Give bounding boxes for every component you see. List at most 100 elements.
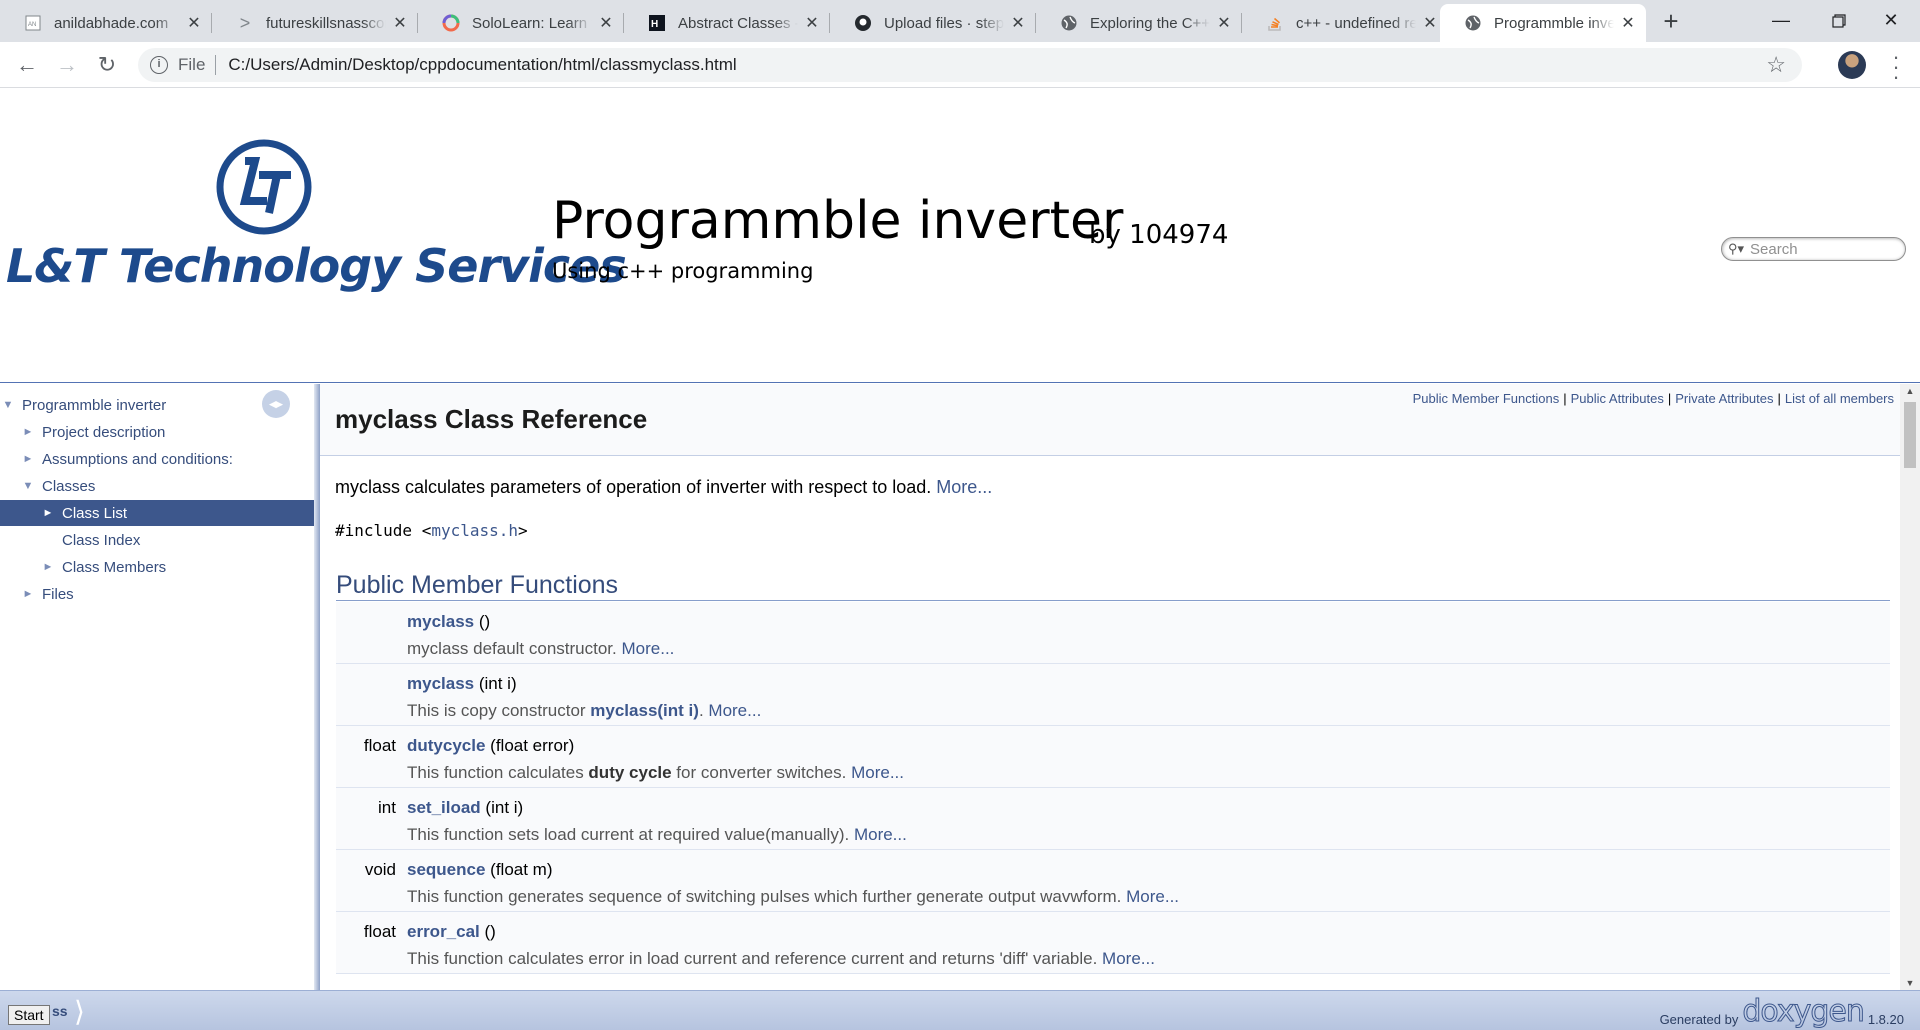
more-link[interactable]: More... (854, 825, 907, 844)
member-link[interactable]: dutycycle (407, 736, 485, 755)
more-link[interactable]: More... (1102, 949, 1155, 968)
nav-item-project-description[interactable]: ► Project description (0, 419, 314, 445)
more-link[interactable]: More... (851, 763, 904, 782)
member-link[interactable]: set_iload (407, 798, 481, 817)
page-icon: AN (24, 14, 42, 32)
member-link[interactable]: error_cal (407, 922, 480, 941)
start-button[interactable]: Start (8, 1005, 50, 1025)
menu-kebab-icon[interactable]: · · · (1886, 46, 1906, 88)
nav-item-files[interactable]: ► Files (0, 581, 314, 607)
member-signature: dutycycle (float error) (407, 736, 575, 755)
more-link[interactable]: More... (936, 477, 992, 497)
nav-item-label: Assumptions and conditions: (42, 450, 233, 468)
member-signature: set_iload (int i) (407, 798, 524, 817)
close-icon[interactable]: ✕ (1010, 13, 1026, 33)
scroll-up-arrow-icon[interactable]: ▲ (1900, 386, 1920, 396)
member-type: int (378, 798, 396, 817)
profile-avatar[interactable] (1838, 51, 1866, 79)
member-link[interactable]: myclass (407, 674, 474, 693)
tab-0[interactable]: AN anildabhade.com ✕ (0, 4, 212, 42)
bookmark-star-icon[interactable]: ☆ (1766, 52, 1786, 78)
search-input[interactable]: ⚲▾ Search (1721, 237, 1906, 261)
tab-4[interactable]: Upload files · stepi ✕ (830, 4, 1036, 42)
link-public-attributes[interactable]: Public Attributes (1571, 391, 1664, 406)
expand-arrow-icon[interactable]: ▼ (0, 399, 16, 411)
info-icon[interactable]: i (150, 56, 168, 74)
close-icon[interactable]: ✕ (1216, 13, 1232, 33)
expand-arrow-icon[interactable]: ► (20, 426, 36, 438)
forward-icon[interactable]: → (50, 48, 84, 82)
tab-7-active[interactable]: Programmble inve ✕ (1440, 4, 1646, 42)
reload-icon[interactable]: ↻ (90, 48, 124, 82)
tab-2[interactable]: SoloLearn: Learn to ✕ (418, 4, 624, 42)
restore-icon[interactable] (1810, 0, 1868, 42)
expand-arrow-icon[interactable]: ► (20, 588, 36, 600)
tab-3[interactable]: H Abstract Classes - ✕ (624, 4, 830, 42)
collapse-arrow-icon[interactable]: ▼ (20, 480, 36, 492)
scroll-down-arrow-icon[interactable]: ▼ (1900, 978, 1920, 988)
content-scrollbar[interactable]: ▲ ▼ (1900, 384, 1920, 990)
sync-toggle-icon[interactable]: ◂▸ (262, 390, 290, 418)
more-link[interactable]: More... (1126, 887, 1179, 906)
member-signature: sequence (float m) (407, 860, 553, 879)
tab-1[interactable]: > futureskillsnasscom ✕ (212, 4, 418, 42)
member-description: This function sets load current at requi… (407, 825, 907, 844)
svg-text:H: H (651, 19, 658, 30)
lt-logo-icon (215, 139, 313, 235)
window-close-icon[interactable]: ✕ (1862, 0, 1920, 42)
close-icon[interactable]: ✕ (186, 13, 202, 33)
close-icon[interactable]: ✕ (598, 13, 614, 33)
scrollbar-thumb[interactable] (1904, 402, 1916, 468)
nav-item-label: Class List (62, 504, 128, 522)
chevron-icon: > (239, 12, 251, 33)
doxygen-logo[interactable]: doxygen (1742, 996, 1865, 1027)
close-icon[interactable]: ✕ (1620, 13, 1636, 33)
member-row: float dutycycle (float error) This funct… (336, 726, 1890, 788)
member-link[interactable]: myclass (407, 612, 474, 631)
tab-title: anildabhade.com (54, 14, 169, 32)
minimize-icon[interactable]: — (1752, 0, 1810, 42)
expand-arrow-icon[interactable]: ► (40, 561, 56, 573)
member-ref-link[interactable]: myclass(int i) (590, 701, 699, 720)
nav-item-class-index[interactable]: Class Index (0, 527, 314, 553)
member-link[interactable]: sequence (407, 860, 485, 879)
nav-item-label: Class Index (62, 531, 141, 549)
close-icon[interactable]: ✕ (804, 13, 820, 33)
summary-links: Public Member Functions | Public Attribute… (1412, 391, 1894, 406)
breadcrumb[interactable]: ss (52, 1003, 68, 1019)
nav-item-label: Programmble inverter (22, 396, 167, 414)
close-icon[interactable]: ✕ (392, 13, 408, 33)
link-private-attributes[interactable]: Private Attributes (1675, 391, 1773, 406)
project-logo: L&T Technology Services (6, 139, 627, 299)
project-brief: Using c++ programming (552, 259, 814, 283)
expand-arrow-icon[interactable]: ► (20, 453, 36, 465)
member-description: This function calculates error in load c… (407, 949, 1155, 968)
more-link[interactable]: More... (708, 701, 761, 720)
tab-5[interactable]: Exploring the C++ ✕ (1036, 4, 1242, 42)
member-signature: myclass () (407, 612, 491, 631)
include-file-link[interactable]: myclass.h (431, 521, 518, 540)
nav-item-class-members[interactable]: ► Class Members (0, 554, 314, 580)
member-signature: error_cal () (407, 922, 496, 941)
back-icon[interactable]: ← (10, 48, 44, 82)
nav-item-label: Project description (42, 423, 166, 441)
nav-item-classes[interactable]: ▼ Classes (0, 473, 314, 499)
close-icon[interactable]: ✕ (1422, 13, 1438, 33)
member-row: void sequence (float m) This function ge… (336, 850, 1890, 912)
search-icon[interactable]: ⚲▾ (1728, 241, 1744, 257)
nav-item-assumptions[interactable]: ► Assumptions and conditions: (0, 446, 314, 472)
new-tab-icon[interactable]: + (1656, 6, 1686, 36)
github-icon (854, 14, 872, 32)
tab-6[interactable]: c++ - undefined re ✕ (1242, 4, 1448, 42)
member-signature: myclass (int i) (407, 674, 517, 693)
link-list-of-all-members[interactable]: List of all members (1785, 391, 1894, 406)
member-row: myclass () myclass default constructor. … (336, 602, 1890, 664)
page-title: myclass Class Reference (335, 404, 648, 434)
more-link[interactable]: More... (622, 639, 675, 658)
class-brief: myclass calculates parameters of operati… (335, 477, 993, 497)
url-text[interactable]: C:/Users/Admin/Desktop/cppdocumentation/… (228, 55, 736, 75)
expand-arrow-icon[interactable]: ► (40, 507, 56, 519)
link-public-member-functions[interactable]: Public Member Functions (1413, 391, 1560, 406)
address-bar[interactable]: i File C:/Users/Admin/Desktop/cppdocumen… (138, 48, 1802, 82)
nav-item-class-list[interactable]: ► Class List (0, 500, 314, 526)
